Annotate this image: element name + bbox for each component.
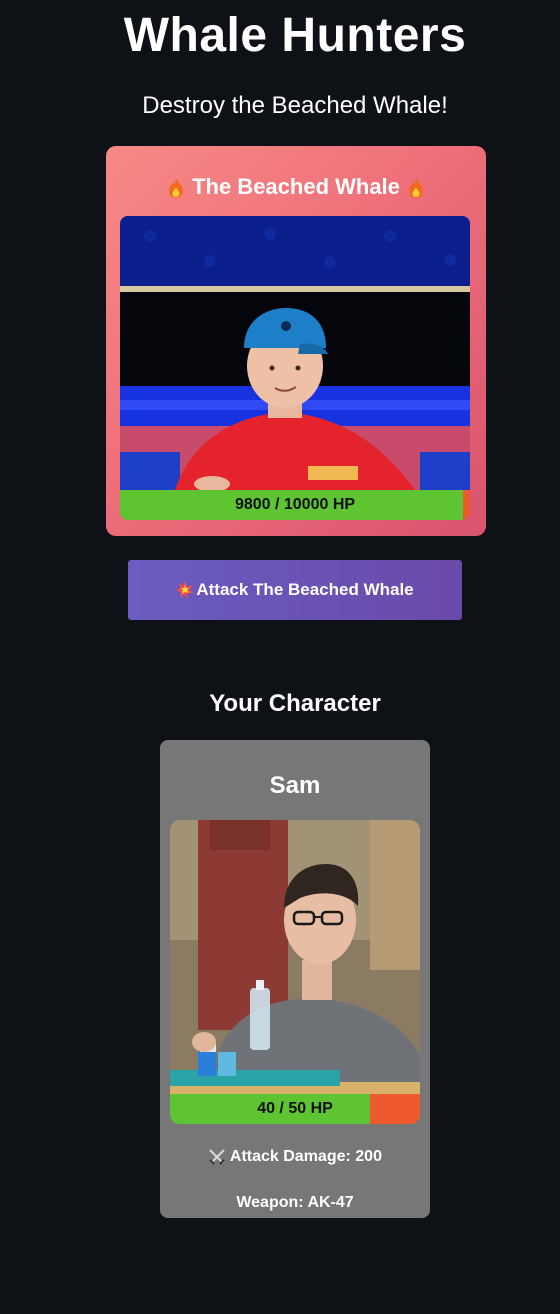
character-hp-bar: 40 / 50 HP <box>170 1094 420 1124</box>
fire-icon <box>406 177 426 199</box>
attack-damage-stat: Attack Damage: 200 <box>160 1148 430 1166</box>
character-name: Sam <box>269 772 321 799</box>
boss-name: The Beached Whale <box>192 174 400 199</box>
character-card: Sam 40 / 50 HP Attack Damage: 200 Weapon… <box>160 740 430 1218</box>
boss-hp-text: 9800 / 10000 HP <box>234 496 356 513</box>
character-section-heading: Your Character <box>209 690 381 717</box>
attack-button[interactable]: Attack The Beached Whale <box>128 560 462 620</box>
fire-icon <box>166 177 186 199</box>
explosion-icon <box>176 581 195 599</box>
character-hp-text: 40 / 50 HP <box>257 1100 333 1117</box>
page-subtitle: Destroy the Beached Whale! <box>142 92 448 119</box>
weapon-stat: Weapon: AK-47 <box>236 1194 354 1211</box>
boss-title: The Beached Whale <box>106 174 486 200</box>
boss-card: The Beached Whale 9800 / 10000 HP <box>106 146 486 536</box>
attack-button-label: Attack The Beached Whale <box>196 580 414 599</box>
boss-hp-bar: 9800 / 10000 HP <box>120 490 470 520</box>
page-title: Whale Hunters <box>123 9 467 62</box>
character-portrait: 40 / 50 HP <box>170 820 420 1124</box>
attack-damage-text: Attack Damage: 200 <box>229 1148 382 1166</box>
crossed-swords-icon <box>208 1148 226 1166</box>
boss-portrait: 9800 / 10000 HP <box>120 216 470 520</box>
